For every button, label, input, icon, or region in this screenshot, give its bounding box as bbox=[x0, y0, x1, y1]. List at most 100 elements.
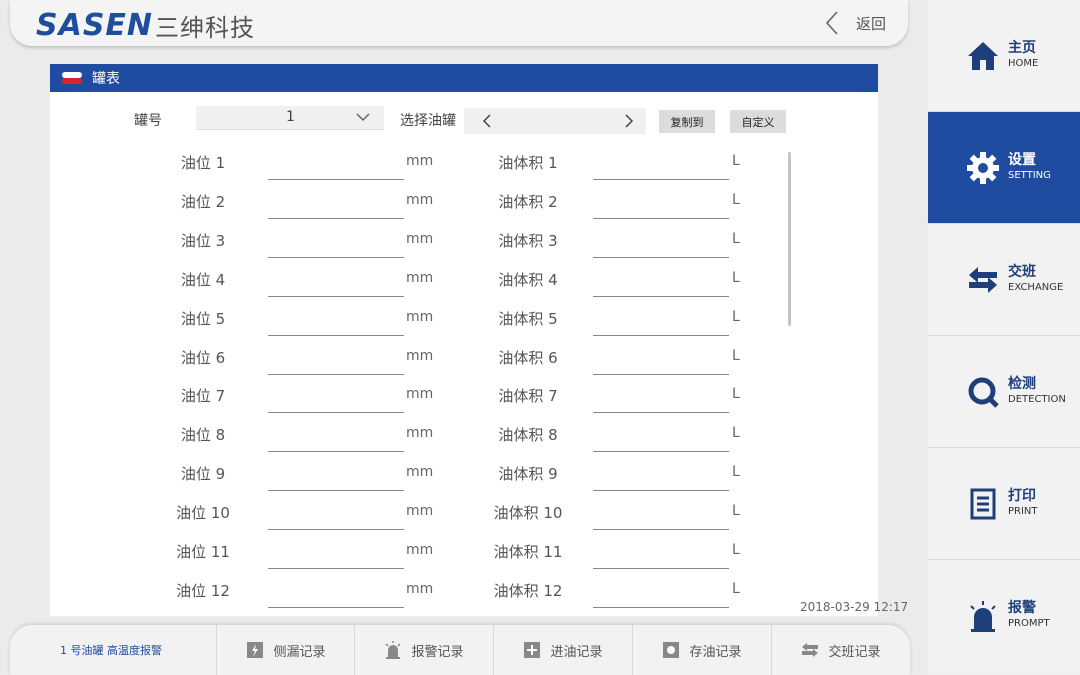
oil-volume-input[interactable] bbox=[593, 352, 729, 375]
footer-button-label: 进油记录 bbox=[550, 644, 603, 660]
exchange-record-button[interactable]: 交班记录 bbox=[771, 625, 909, 675]
oil-level-input[interactable] bbox=[268, 430, 404, 453]
copy-to-button[interactable]: 复制到 bbox=[659, 110, 715, 133]
oil-volume-unit: L bbox=[732, 347, 740, 364]
oil-level-unit: mm bbox=[406, 269, 434, 286]
sidebar-item-detection[interactable]: 检测 DETECTION bbox=[928, 336, 1080, 448]
exchange-icon bbox=[802, 643, 819, 657]
oil-volume-input[interactable] bbox=[593, 547, 729, 569]
oil-level-input[interactable] bbox=[268, 547, 404, 569]
panel-title: 罐表 bbox=[92, 71, 120, 87]
oil-volume-label: 油体积 8 bbox=[498, 426, 558, 445]
oil-volume-input[interactable] bbox=[593, 313, 729, 336]
sidebar-item-setting[interactable]: 设置 SETTING bbox=[928, 112, 1080, 224]
oil-level-label: 油位 8 bbox=[180, 426, 226, 445]
tank-picker[interactable] bbox=[464, 108, 646, 134]
chevron-left-icon bbox=[825, 11, 838, 35]
tank-table-rows: 油位 1 mm 油体积 1 L 油位 2 mm 油体积 2 L 油位 3 mm 油体积 3 L 油位 4… bbox=[50, 152, 810, 616]
oil-volume-label: 油体积 6 bbox=[498, 348, 558, 367]
sidebar-nav: 主页 HOME 设置 SETTING 交班 EXCHANGE 检测 DETECT… bbox=[928, 0, 1080, 675]
custom-button[interactable]: 自定义 bbox=[730, 110, 786, 133]
oil-level-input[interactable] bbox=[268, 158, 404, 180]
oil-volume-unit: L bbox=[732, 503, 740, 520]
chevron-left-icon[interactable] bbox=[482, 113, 492, 129]
oil-level-input[interactable] bbox=[268, 196, 404, 219]
oil-in-icon bbox=[524, 642, 541, 658]
oil-volume-unit: L bbox=[732, 464, 740, 481]
oil-volume-input[interactable] bbox=[593, 508, 729, 531]
oil-level-label: 油位 6 bbox=[180, 348, 226, 367]
sidebar-item-exchange[interactable]: 交班 EXCHANGE bbox=[928, 224, 1080, 336]
table-row: 油位 12 mm 油体积 12 L bbox=[50, 580, 810, 616]
oil-volume-label: 油体积 1 bbox=[498, 154, 558, 172]
footer-button-label: 报警记录 bbox=[411, 644, 464, 660]
oil-volume-input[interactable] bbox=[593, 430, 729, 453]
footer-button-label: 交班记录 bbox=[828, 644, 881, 660]
oil-level-input[interactable] bbox=[268, 352, 404, 375]
sidebar-item-label: 报警 bbox=[1008, 600, 1036, 616]
vertical-scrollbar[interactable] bbox=[788, 152, 791, 326]
oil-volume-input[interactable] bbox=[593, 235, 729, 258]
oil-volume-input[interactable] bbox=[593, 469, 729, 492]
select-tank-label: 选择油罐 bbox=[400, 113, 456, 129]
oil-in-record-button[interactable]: 进油记录 bbox=[493, 625, 631, 675]
oil-volume-unit: L bbox=[732, 191, 740, 208]
print-icon bbox=[966, 487, 1000, 521]
oil-volume-input[interactable] bbox=[593, 391, 729, 414]
table-row: 油位 11 mm 油体积 11 L bbox=[50, 541, 810, 580]
oil-volume-label: 油体积 9 bbox=[498, 465, 558, 484]
sidebar-item-sublabel: PROMPT bbox=[1008, 618, 1050, 629]
oil-level-input[interactable] bbox=[268, 235, 404, 258]
oil-volume-label: 油体积 2 bbox=[498, 192, 558, 211]
chevron-right-icon[interactable] bbox=[624, 113, 634, 129]
oil-volume-label: 油体积 10 bbox=[493, 504, 563, 523]
oil-level-input[interactable] bbox=[268, 508, 404, 531]
oil-volume-input[interactable] bbox=[593, 274, 729, 297]
sidebar-item-prompt[interactable]: 报警 PROMPT bbox=[928, 560, 1080, 672]
oil-volume-unit: L bbox=[732, 425, 740, 442]
oil-volume-input[interactable] bbox=[593, 158, 729, 180]
oil-level-label: 油位 2 bbox=[180, 192, 226, 211]
sidebar-item-print[interactable]: 打印 PRINT bbox=[928, 448, 1080, 560]
oil-volume-label: 油体积 4 bbox=[498, 270, 558, 289]
leak-record-button[interactable]: 侧漏记录 bbox=[216, 625, 354, 675]
alarm-record-button[interactable]: 报警记录 bbox=[354, 625, 492, 675]
oil-level-unit: mm bbox=[406, 347, 434, 364]
oil-level-unit: mm bbox=[406, 580, 434, 597]
oil-level-unit: mm bbox=[406, 230, 434, 247]
oil-level-unit: mm bbox=[406, 386, 434, 403]
logo-mark: SASEN bbox=[36, 7, 154, 43]
back-button[interactable]: 返回 bbox=[824, 10, 886, 36]
oil-level-unit: mm bbox=[406, 153, 434, 169]
sidebar-item-home[interactable]: 主页 HOME bbox=[928, 0, 1080, 112]
oil-volume-input[interactable] bbox=[593, 196, 729, 219]
oil-level-unit: mm bbox=[406, 191, 434, 208]
table-row: 油位 4 mm 油体积 4 L bbox=[50, 269, 810, 308]
table-row: 油位 9 mm 油体积 9 L bbox=[50, 463, 810, 502]
sidebar-item-label: 主页 bbox=[1008, 39, 1036, 56]
oil-level-label: 油位 3 bbox=[180, 231, 226, 250]
footer-button-label: 侧漏记录 bbox=[273, 644, 326, 660]
tank-toolbar: 罐号 1 选择油罐 复制到 自定义 bbox=[50, 106, 878, 136]
table-row: 油位 3 mm 油体积 3 L bbox=[50, 230, 810, 269]
oil-level-input[interactable] bbox=[268, 391, 404, 414]
exchange-icon bbox=[966, 263, 1000, 297]
timestamp: 2018-03-29 12:17 bbox=[800, 600, 909, 614]
sidebar-item-sublabel: HOME bbox=[1008, 57, 1039, 69]
table-row: 油位 5 mm 油体积 5 L bbox=[50, 308, 810, 347]
oil-level-input[interactable] bbox=[268, 274, 404, 297]
oil-volume-input[interactable] bbox=[593, 585, 729, 608]
oil-volume-label: 油体积 11 bbox=[493, 543, 563, 561]
table-row: 油位 2 mm 油体积 2 L bbox=[50, 191, 810, 230]
oil-level-input[interactable] bbox=[268, 585, 404, 608]
sidebar-item-label: 检测 bbox=[1008, 375, 1036, 392]
oil-level-input[interactable] bbox=[268, 313, 404, 336]
oil-level-input[interactable] bbox=[268, 469, 404, 492]
sidebar-item-label: 交班 bbox=[1008, 263, 1036, 280]
oil-volume-unit: L bbox=[732, 308, 740, 325]
tank-number-select[interactable]: 1 bbox=[196, 106, 384, 130]
oil-volume-label: 油体积 3 bbox=[498, 231, 558, 250]
oil-store-record-button[interactable]: 存油记录 bbox=[632, 625, 770, 675]
oil-volume-label: 油体积 7 bbox=[498, 387, 558, 406]
oil-level-unit: mm bbox=[406, 425, 434, 442]
